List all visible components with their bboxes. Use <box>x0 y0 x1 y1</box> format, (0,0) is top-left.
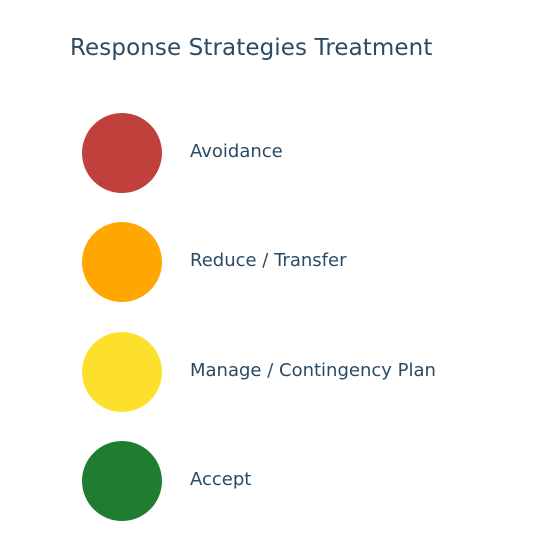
strategy-item-manage-contingency: Manage / Contingency Plan <box>82 332 502 412</box>
strategy-item-avoidance: Avoidance <box>82 113 502 193</box>
strategy-label: Reduce / Transfer <box>190 250 347 271</box>
strategy-item-reduce-transfer: Reduce / Transfer <box>82 222 502 302</box>
diagram-title: Response Strategies Treatment <box>70 35 433 61</box>
orange-circle-icon <box>82 222 162 302</box>
strategy-item-accept: Accept <box>82 441 502 521</box>
strategy-label: Manage / Contingency Plan <box>190 360 436 381</box>
green-circle-icon <box>82 441 162 521</box>
strategy-label: Accept <box>190 469 252 490</box>
yellow-circle-icon <box>82 332 162 412</box>
red-circle-icon <box>82 113 162 193</box>
strategy-label: Avoidance <box>190 141 283 162</box>
